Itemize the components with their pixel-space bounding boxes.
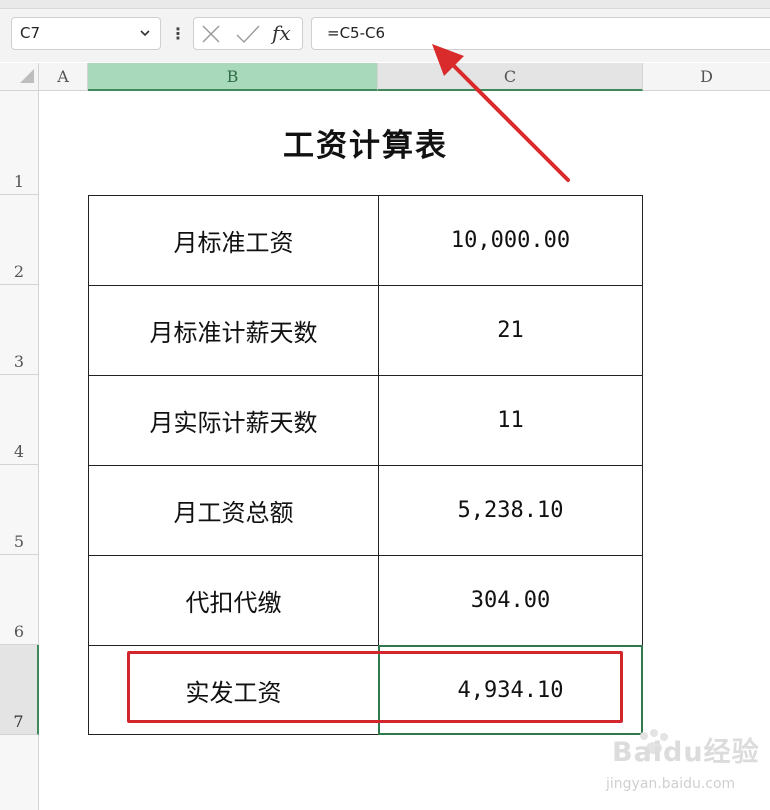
cell-c6[interactable]: 304.00 xyxy=(378,555,643,646)
select-all-triangle-icon[interactable] xyxy=(20,69,34,83)
confirm-check-icon[interactable] xyxy=(235,24,261,44)
row-header-7[interactable]: 7 xyxy=(0,645,39,735)
watermark-url: jingyan.baidu.com xyxy=(606,776,736,792)
arrow-annotation-icon xyxy=(432,44,570,182)
cell-b5[interactable]: 月工资总额 xyxy=(88,465,379,556)
cell-b4[interactable]: 月实际计薪天数 xyxy=(88,375,379,466)
cell-c4[interactable]: 11 xyxy=(378,375,643,466)
column-header-b[interactable]: B xyxy=(88,63,378,91)
cell-b2[interactable]: 月标准工资 xyxy=(88,195,379,286)
row-header-2[interactable]: 2 xyxy=(0,195,39,285)
cancel-icon[interactable] xyxy=(201,24,221,44)
window-top-edge xyxy=(0,0,770,9)
row-header-5[interactable]: 5 xyxy=(0,465,39,555)
name-box[interactable]: C7 xyxy=(11,17,161,50)
cell-c5[interactable]: 5,238.10 xyxy=(378,465,643,556)
row-header-8[interactable] xyxy=(0,735,39,810)
cell-c3[interactable]: 21 xyxy=(378,285,643,376)
cell-b3[interactable]: 月标准计薪天数 xyxy=(88,285,379,376)
highlight-box xyxy=(127,651,623,723)
cell-c2[interactable]: 10,000.00 xyxy=(378,195,643,286)
chevron-down-icon[interactable] xyxy=(140,28,150,38)
watermark-brand: Baidu经验 xyxy=(612,737,760,768)
row-header-3[interactable]: 3 xyxy=(0,285,39,375)
column-header-a[interactable]: A xyxy=(39,63,88,91)
row-header-4[interactable]: 4 xyxy=(0,375,39,465)
row-header-6[interactable]: 6 xyxy=(0,555,39,645)
column-header-d[interactable]: D xyxy=(643,63,770,91)
cell-b6[interactable]: 代扣代缴 xyxy=(88,555,379,646)
more-options-icon[interactable]: ⋮ xyxy=(170,22,186,46)
row-header-1[interactable]: 1 xyxy=(0,91,39,195)
insert-function-icon[interactable]: fx xyxy=(272,20,300,46)
